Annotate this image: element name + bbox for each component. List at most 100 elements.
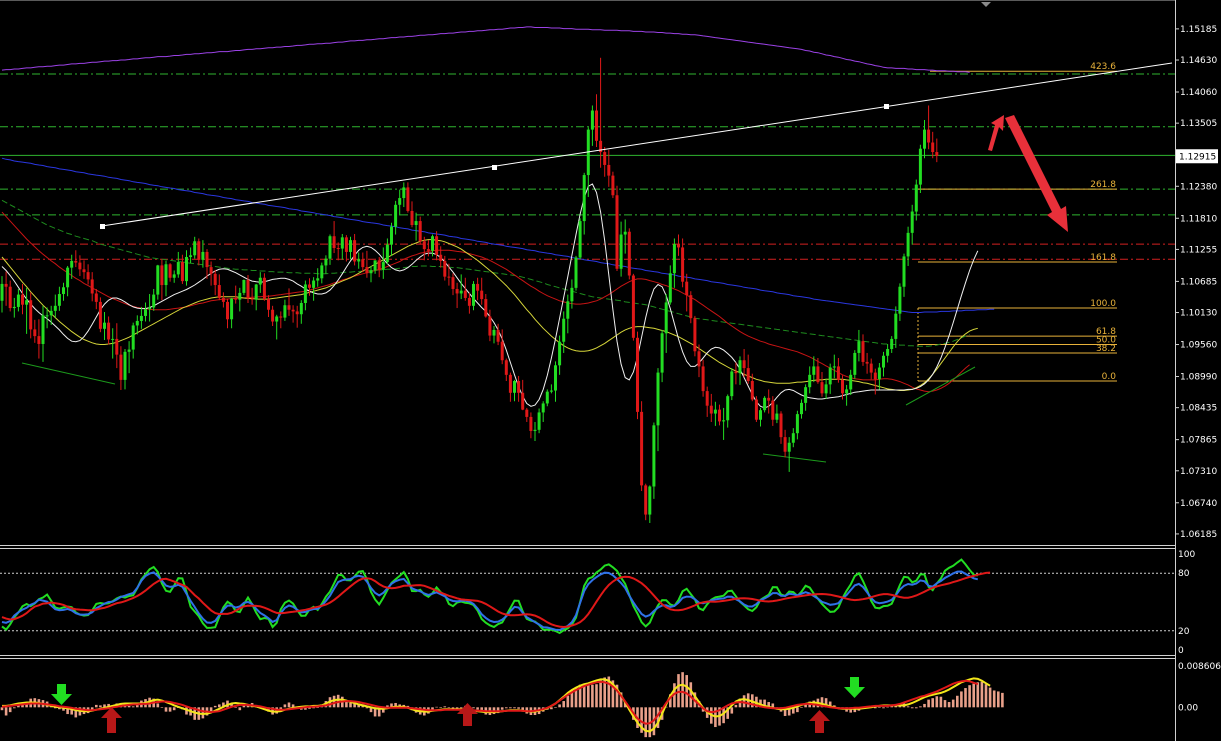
price-axis-label: 1.14630 [1180, 56, 1217, 66]
candle[interactable] [578, 218, 582, 260]
price-axis-label: 1.09560 [1180, 341, 1217, 351]
macd-histogram-bar [935, 696, 939, 708]
macd-histogram-bar [587, 684, 590, 708]
macd-histogram-bar [800, 707, 803, 708]
macd-histogram-bar [443, 706, 447, 708]
candle[interactable] [853, 350, 857, 379]
macd-histogram-bar [168, 707, 172, 712]
macd-histogram-bar [992, 690, 996, 708]
price-axis-label: 1.10685 [1180, 277, 1217, 287]
macd-histogram-bar [976, 682, 980, 708]
candle[interactable] [242, 279, 246, 296]
macd-histogram-bar [550, 707, 553, 710]
macd-histogram-bar [591, 684, 594, 708]
price-axis-label: 1.06740 [1180, 499, 1217, 509]
fib-level-label: 261.8 [1090, 180, 1116, 190]
candle[interactable] [631, 273, 635, 341]
macd-histogram-bar [0, 707, 4, 711]
macd-histogram-bar [910, 707, 914, 709]
trendline-handle-middle[interactable] [492, 165, 497, 170]
macd-histogram-bar [964, 688, 967, 708]
price-axis-label: 1.12380 [1180, 182, 1217, 192]
candle[interactable] [693, 315, 697, 357]
macd-histogram-bar [447, 707, 451, 708]
price-axis-label: 1.11810 [1180, 214, 1217, 224]
candle[interactable] [763, 396, 767, 413]
macd-histogram-bar [500, 707, 504, 710]
macd-histogram-bar [677, 674, 680, 708]
macd-histogram-bar [927, 699, 930, 708]
macd-histogram-bar [472, 707, 475, 709]
fib-level-label: 38.2 [1096, 344, 1116, 354]
price-tag-label: 1.12915 [1179, 152, 1216, 162]
candle[interactable] [627, 228, 631, 280]
macd-histogram-bar [283, 704, 287, 708]
stochastic-axis-label: 20 [1178, 627, 1190, 637]
candle[interactable] [156, 264, 160, 300]
candle[interactable] [98, 297, 102, 333]
macd-histogram-bar [160, 707, 164, 708]
macd-histogram-bar [238, 707, 242, 711]
trendline-handle-end[interactable] [884, 104, 889, 109]
price-axis-label: 1.06185 [1180, 530, 1217, 540]
macd-histogram-bar [554, 707, 557, 708]
fib-level-label: 100.0 [1090, 299, 1116, 309]
macd-histogram-bar [558, 704, 561, 708]
macd-histogram-bar [886, 706, 889, 708]
macd-histogram-bar [796, 707, 799, 713]
macd-histogram-bar [595, 684, 598, 708]
macd-histogram-bar [906, 706, 910, 708]
macd-histogram-bar [131, 706, 135, 708]
macd-histogram-bar [218, 704, 221, 708]
trendline-handle-start[interactable] [100, 224, 105, 229]
trading-chart-window[interactable]: 423.6261.8161.8100.061.850.038.20.0 1.15… [0, 0, 1221, 741]
macd-histogram-bar [209, 707, 213, 712]
candle[interactable] [636, 331, 639, 420]
macd-histogram-bar [742, 695, 746, 708]
macd-histogram-bar [349, 702, 352, 708]
macd-axis-label: 0.0086063 [1178, 662, 1221, 672]
price-axis-label: 1.07865 [1180, 436, 1217, 446]
macd-histogram-bar [509, 707, 512, 709]
candle[interactable] [640, 401, 644, 491]
macd-histogram-bar [8, 707, 12, 713]
macd-histogram-bar [287, 702, 291, 708]
stochastic-axis-label: 80 [1178, 569, 1190, 579]
macd-histogram-bar [939, 696, 943, 708]
price-axis-label: 1.08990 [1180, 373, 1217, 383]
fib-level-label: 423.6 [1090, 62, 1116, 72]
macd-histogram-bar [972, 683, 975, 708]
macd-histogram-bar [459, 707, 463, 709]
candle[interactable] [754, 396, 758, 422]
price-axis-label: 1.15185 [1180, 25, 1217, 35]
macd-histogram-bar [201, 707, 205, 719]
macd-histogram-bar [13, 707, 16, 709]
macd-histogram-bar [582, 684, 586, 708]
macd-histogram-bar [980, 681, 984, 708]
macd-histogram-bar [95, 704, 98, 708]
macd-histogram-bar [476, 707, 479, 710]
fib-level-label: 0.0 [1102, 372, 1117, 382]
macd-histogram-bar [517, 707, 520, 709]
macd-histogram-bar [172, 707, 176, 711]
candle[interactable] [615, 185, 619, 272]
macd-histogram-bar [213, 705, 217, 708]
macd-histogram-bar [923, 703, 926, 708]
macd-axis-label: 0.00 [1178, 703, 1198, 713]
macd-histogram-bar [1001, 692, 1004, 708]
candle[interactable] [730, 368, 734, 401]
macd-histogram-bar [951, 699, 955, 708]
macd-histogram-bar [988, 687, 992, 708]
macd-histogram-bar [164, 707, 168, 712]
candle[interactable] [611, 171, 615, 199]
price-axis-label: 1.13505 [1180, 119, 1217, 129]
macd-histogram-bar [878, 707, 881, 708]
macd-histogram-bar [513, 707, 516, 709]
candle[interactable] [574, 255, 578, 291]
macd-histogram-bar [99, 705, 102, 708]
macd-histogram-bar [734, 704, 738, 708]
price-axis-label: 1.14060 [1180, 88, 1217, 98]
macd-histogram-bar [234, 707, 237, 708]
price-axis-label: 1.10130 [1180, 309, 1217, 319]
macd-histogram-bar [915, 707, 918, 709]
